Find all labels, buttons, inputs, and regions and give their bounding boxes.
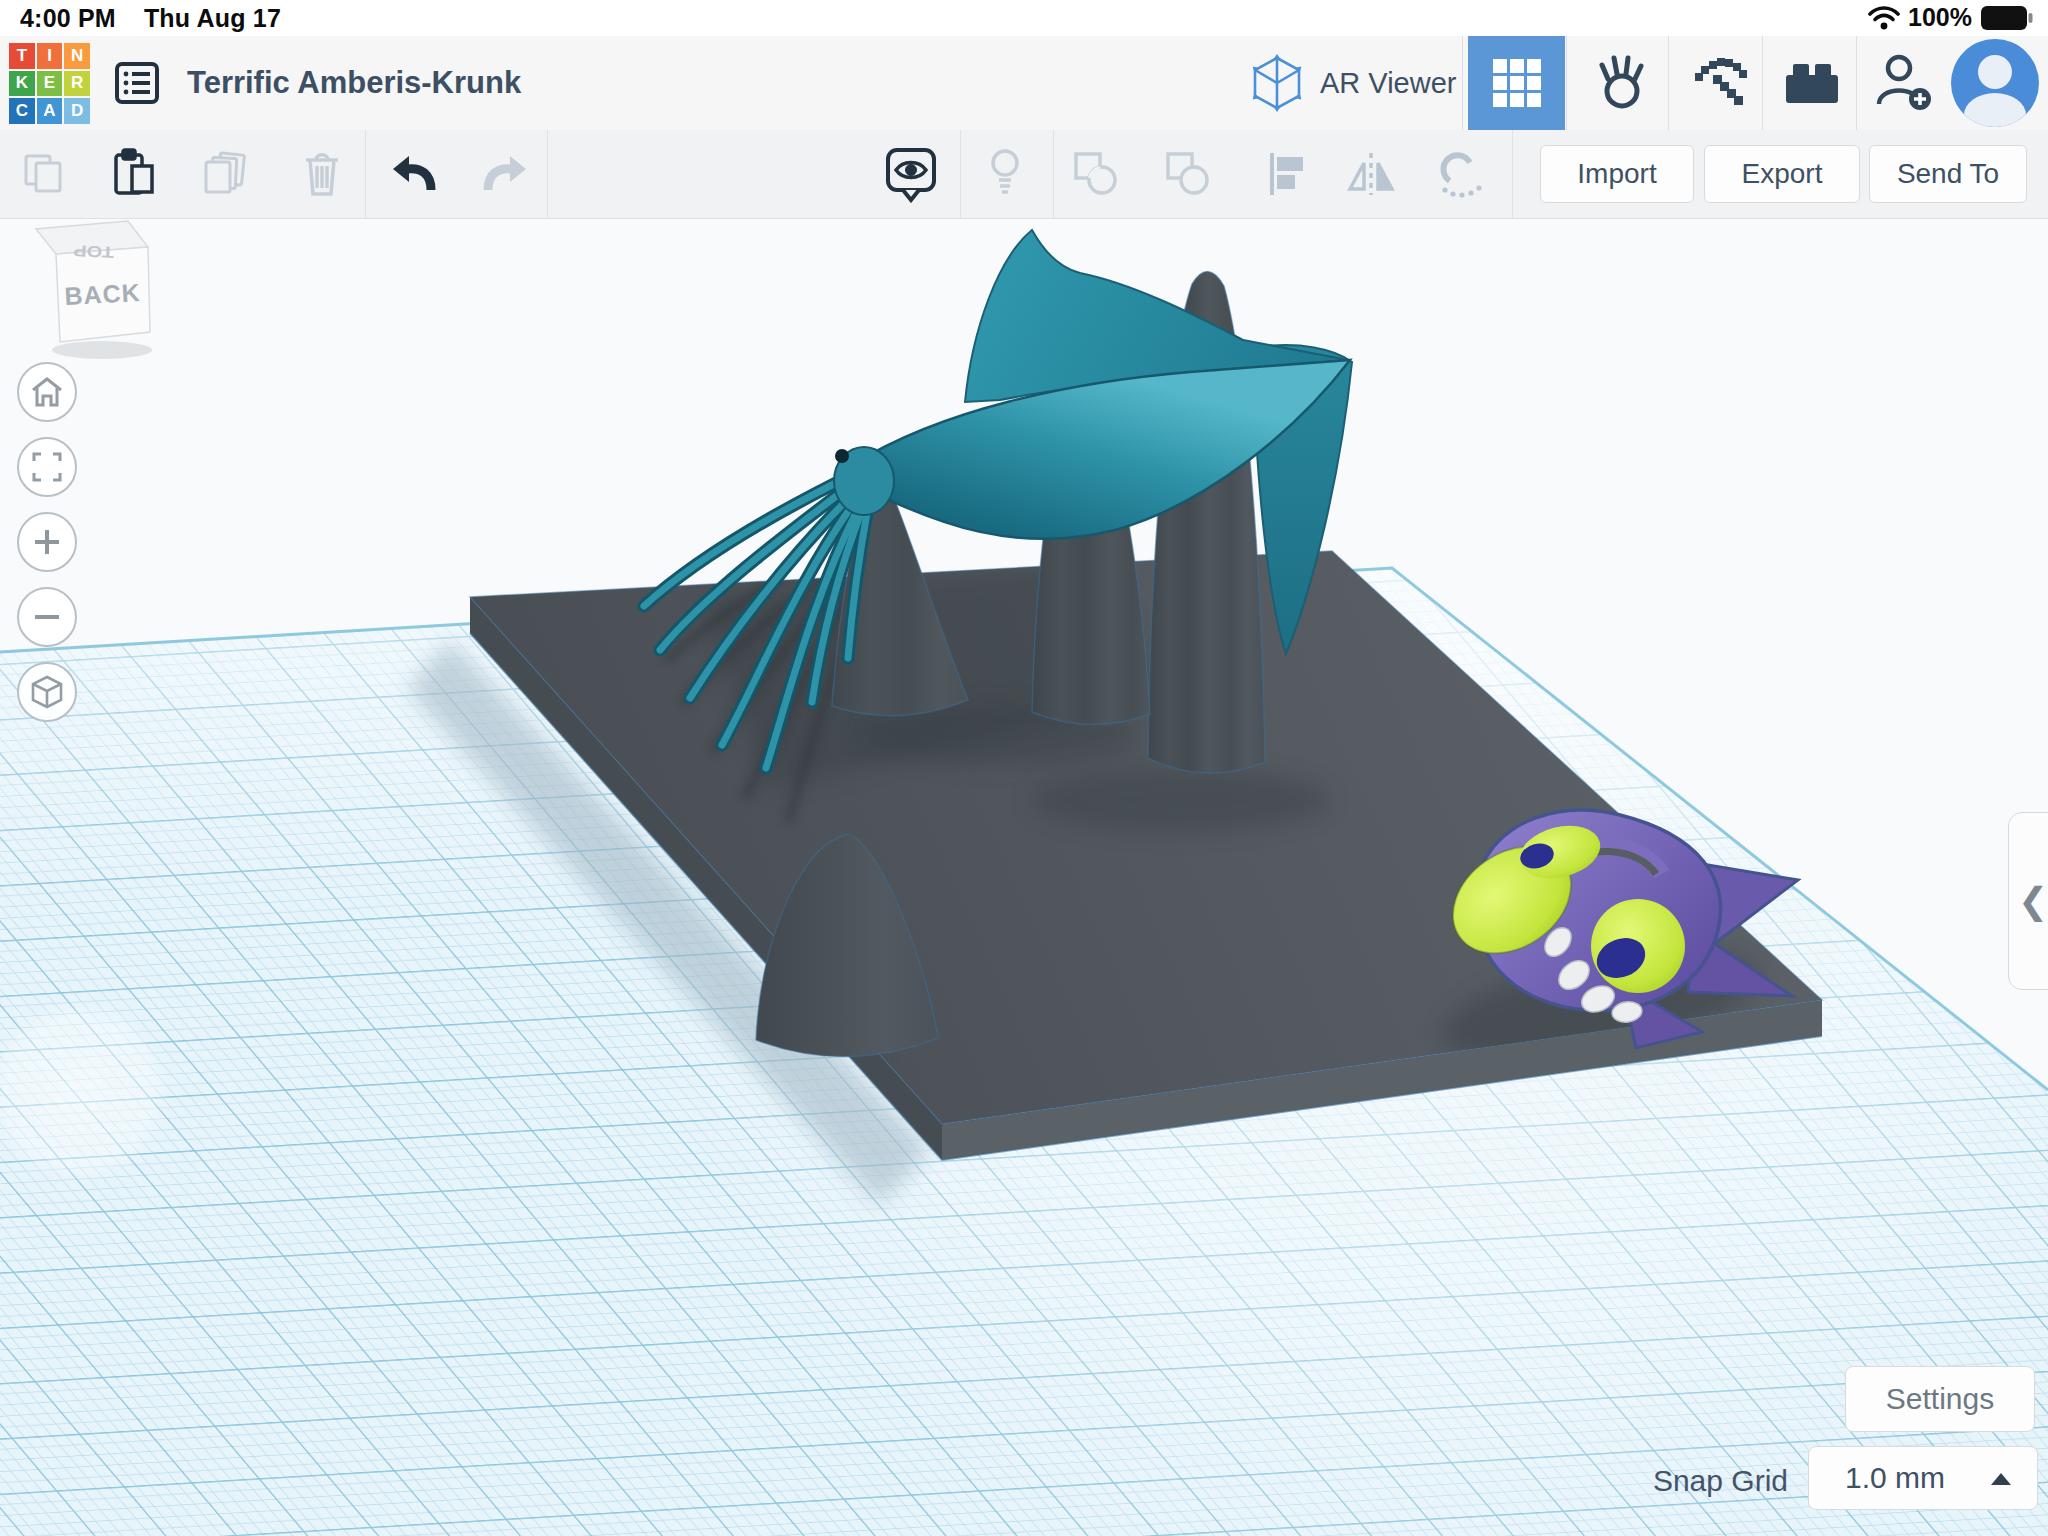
ar-cube-icon	[1248, 52, 1306, 114]
brick-button[interactable]	[1770, 36, 1854, 130]
export-button[interactable]: Export	[1704, 145, 1860, 203]
add-user-button[interactable]	[1864, 36, 1944, 130]
avatar-silhouette	[1978, 55, 2012, 89]
tips-button[interactable]	[977, 130, 1033, 218]
delete-button[interactable]	[294, 130, 350, 218]
status-bar: 4:00 PM Thu Aug 17 100%	[0, 0, 2048, 36]
copy-button[interactable]	[16, 130, 72, 218]
hand-tool-button[interactable]	[1578, 36, 1664, 130]
zoom-out-button[interactable]	[17, 587, 77, 647]
lego-brick-icon	[1783, 57, 1841, 109]
battery-percent: 100%	[1908, 3, 1972, 32]
show-all-button[interactable]	[878, 130, 944, 218]
avatar[interactable]	[1951, 39, 2039, 127]
status-time: 4:00 PM	[20, 4, 116, 32]
ar-viewer-button[interactable]: AR Viewer	[1248, 36, 1456, 130]
logo-cell: E	[37, 71, 63, 97]
fit-view-button[interactable]	[17, 437, 77, 497]
tinkercad-logo[interactable]: T I N K E R C A D	[9, 43, 90, 124]
edit-toolbar: Import Export Send To	[0, 130, 2048, 219]
logo-cell: A	[37, 98, 63, 124]
logo-cell: I	[37, 43, 63, 69]
hand-icon	[1592, 53, 1650, 113]
blocks-view-button[interactable]	[1468, 36, 1565, 130]
ungroup-button[interactable]	[1158, 130, 1218, 218]
design-title[interactable]: Terrific Amberis-Krunk	[187, 36, 521, 130]
paste-button[interactable]	[106, 130, 162, 218]
status-date: Thu Aug 17	[144, 4, 281, 32]
logo-cell: R	[64, 71, 90, 97]
grid-icon	[1491, 57, 1543, 109]
canvas-overlays: ❮ Settings Snap Grid 1.0 mm	[0, 218, 2048, 1536]
redo-button[interactable]	[478, 130, 534, 218]
send-to-button[interactable]: Send To	[1869, 145, 2027, 203]
dropdown-arrow-icon	[1991, 1473, 2011, 1485]
settings-button[interactable]: Settings	[1845, 1366, 2035, 1432]
snap-button[interactable]	[1428, 130, 1494, 218]
home-view-button[interactable]	[17, 362, 77, 422]
zoom-in-button[interactable]	[17, 512, 77, 572]
minecraft-button[interactable]	[1678, 36, 1764, 130]
undo-button[interactable]	[385, 130, 441, 218]
logo-cell: K	[9, 71, 35, 97]
snap-grid-label: Snap Grid	[1560, 1450, 1788, 1512]
battery-icon	[1980, 5, 2034, 31]
panel-collapse-handle[interactable]: ❮	[2008, 812, 2048, 990]
design-list-icon[interactable]	[114, 61, 160, 109]
perspective-button[interactable]	[17, 662, 77, 722]
snap-grid-dropdown[interactable]: 1.0 mm	[1808, 1446, 2038, 1510]
logo-cell: D	[64, 98, 90, 124]
mirror-button[interactable]	[1340, 130, 1402, 218]
logo-cell: C	[9, 98, 35, 124]
pickaxe-icon	[1691, 53, 1751, 113]
group-button[interactable]	[1066, 130, 1126, 218]
app-header: T I N K E R C A D Terrific Amberis-Krunk	[0, 36, 2048, 131]
duplicate-button[interactable]	[197, 130, 253, 218]
logo-cell: N	[64, 43, 90, 69]
chevron-left-icon: ❮	[2018, 880, 2048, 922]
align-button[interactable]	[1258, 130, 1318, 218]
logo-cell: T	[9, 43, 35, 69]
snap-grid-value: 1.0 mm	[1845, 1461, 1945, 1495]
import-button[interactable]: Import	[1540, 145, 1694, 203]
person-add-icon	[1873, 52, 1935, 114]
wifi-icon	[1868, 5, 1900, 31]
